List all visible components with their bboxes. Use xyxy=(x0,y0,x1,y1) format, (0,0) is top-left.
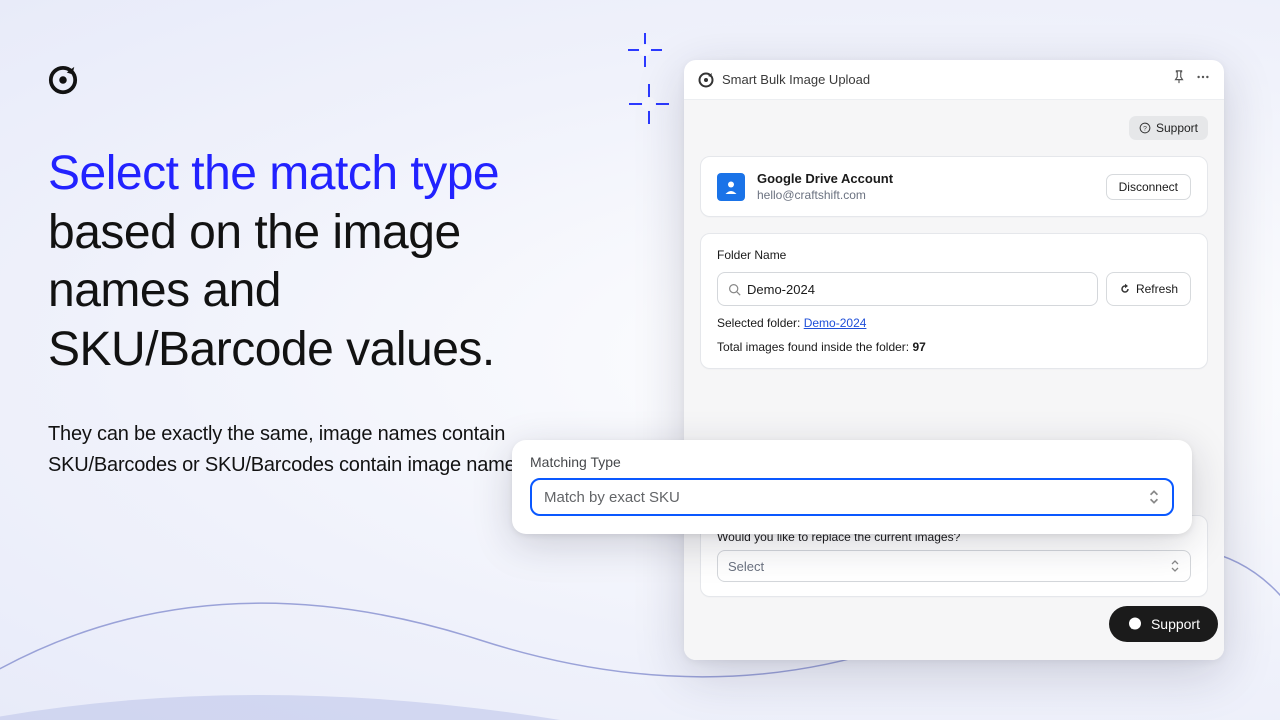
matching-type-select[interactable]: Match by exact SKU xyxy=(530,478,1174,516)
search-icon xyxy=(728,283,741,296)
subheadline: They can be exactly the same, image name… xyxy=(48,419,538,481)
decorative-plus-icon xyxy=(625,80,673,128)
account-card: Google Drive Account hello@craftshift.co… xyxy=(700,156,1208,217)
disconnect-button[interactable]: Disconnect xyxy=(1106,174,1191,200)
decorative-plus-icon xyxy=(625,30,665,70)
chevron-updown-icon xyxy=(1148,489,1160,505)
matching-type-label: Matching Type xyxy=(530,454,1174,470)
selected-folder-line: Selected folder: Demo-2024 xyxy=(717,316,1191,330)
help-icon: ? xyxy=(1139,122,1151,134)
images-found-count: 97 xyxy=(912,340,925,354)
replace-select-value: Select xyxy=(728,559,764,574)
refresh-label: Refresh xyxy=(1136,282,1178,296)
avatar xyxy=(717,173,745,201)
support-chat-button[interactable]: Support xyxy=(1109,606,1218,642)
app-titlebar: Smart Bulk Image Upload xyxy=(684,60,1224,100)
account-email: hello@craftshift.com xyxy=(757,188,1094,202)
pin-icon[interactable] xyxy=(1172,70,1186,89)
app-window: Smart Bulk Image Upload ? Support Go xyxy=(684,60,1224,660)
account-title: Google Drive Account xyxy=(757,171,1094,186)
headline-rest: based on the image names and SKU/Barcode… xyxy=(48,206,495,376)
chat-icon xyxy=(1127,616,1143,632)
support-label: Support xyxy=(1156,121,1198,135)
refresh-icon xyxy=(1119,283,1131,295)
selected-folder-link[interactable]: Demo-2024 xyxy=(804,316,867,330)
headline-accent: Select the match type xyxy=(48,147,499,200)
replace-select[interactable]: Select xyxy=(717,550,1191,582)
svg-text:?: ? xyxy=(1143,125,1147,132)
chevron-updown-icon xyxy=(1170,559,1180,573)
marketing-copy: Select the match type based on the image… xyxy=(48,145,538,481)
folder-search-wrap[interactable] xyxy=(717,272,1098,306)
folder-label: Folder Name xyxy=(717,248,1191,262)
brand-logo xyxy=(48,65,78,95)
more-icon[interactable] xyxy=(1196,70,1210,89)
app-title: Smart Bulk Image Upload xyxy=(722,72,1164,87)
support-pill-label: Support xyxy=(1151,616,1200,632)
folder-input[interactable] xyxy=(747,282,1087,297)
matching-type-panel: Matching Type Match by exact SKU xyxy=(512,440,1192,534)
headline: Select the match type based on the image… xyxy=(48,145,538,379)
app-logo-icon xyxy=(698,72,714,88)
images-found-line: Total images found inside the folder: 97 xyxy=(717,340,1191,354)
refresh-button[interactable]: Refresh xyxy=(1106,272,1191,306)
support-button[interactable]: ? Support xyxy=(1129,116,1208,140)
matching-type-value: Match by exact SKU xyxy=(544,489,680,506)
folder-card: Folder Name Refresh Selected folder: Dem… xyxy=(700,233,1208,369)
